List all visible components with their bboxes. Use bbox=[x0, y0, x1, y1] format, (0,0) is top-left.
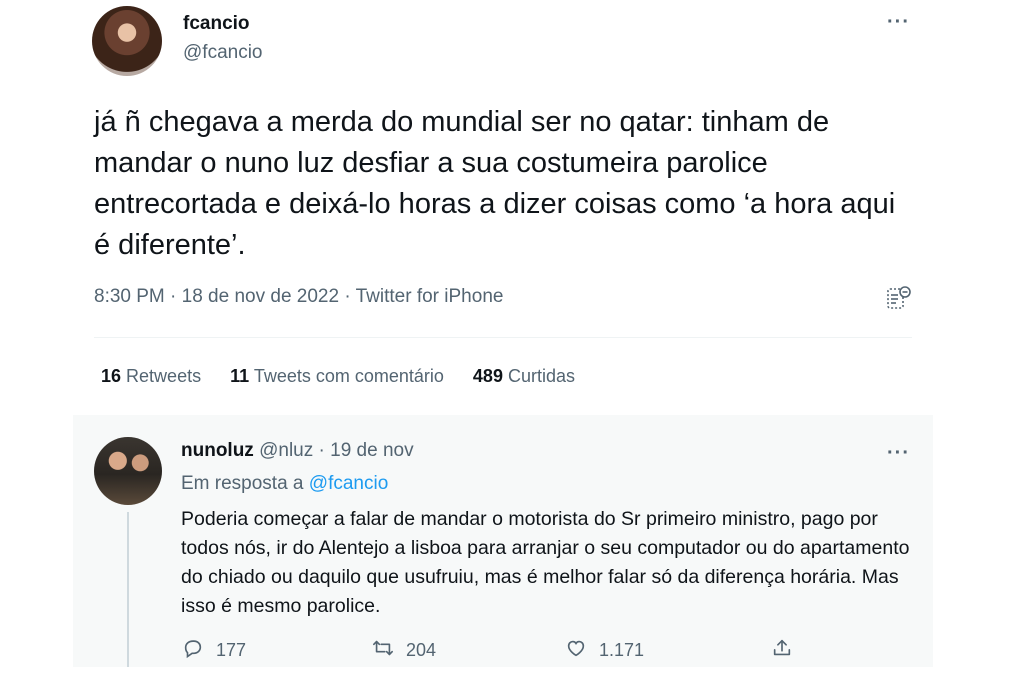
reply-to-prefix: Em resposta a bbox=[181, 473, 304, 494]
retweets-label: Retweets bbox=[126, 366, 202, 386]
like-count: 1.171 bbox=[599, 640, 645, 660]
heart-icon bbox=[565, 637, 587, 664]
author-name[interactable]: fcancio bbox=[183, 13, 250, 35]
reply-avatar[interactable] bbox=[94, 437, 162, 505]
retweet-icon bbox=[372, 637, 394, 664]
reply-author-handle[interactable]: @nluz bbox=[259, 440, 313, 461]
reply-header: nunoluz @nluz · 19 de nov bbox=[181, 440, 414, 462]
reply-to-handle-link[interactable]: @fcancio bbox=[309, 473, 389, 494]
quotes-label: Tweets com comentário bbox=[253, 366, 444, 386]
likes-label: Curtidas bbox=[507, 366, 576, 386]
tweet-stats: 16 Retweets 11 Tweets com comentário 489… bbox=[101, 366, 575, 387]
tweet-text: já ñ chegava a merda do mundial ser no q… bbox=[94, 106, 896, 261]
likes-count: 489 bbox=[472, 366, 503, 386]
thread-line bbox=[127, 512, 129, 667]
retweet-action[interactable]: 204 bbox=[372, 637, 436, 664]
reply-date[interactable]: · 19 de nov bbox=[319, 440, 414, 461]
retweet-count: 204 bbox=[406, 640, 437, 660]
more-horizontal-icon[interactable]: ··· bbox=[887, 12, 910, 32]
divider bbox=[94, 337, 912, 338]
like-action[interactable]: 1.171 bbox=[565, 637, 644, 664]
author-handle[interactable]: @fcancio bbox=[183, 42, 263, 64]
reply-action[interactable]: 177 bbox=[182, 637, 246, 664]
retweets-stat[interactable]: 16 Retweets bbox=[101, 366, 201, 386]
reply-text: Poderia começar a falar de mandar o moto… bbox=[181, 508, 910, 617]
tweet-meta[interactable]: 8:30 PM · 18 de nov de 2022 · Twitter fo… bbox=[94, 286, 503, 308]
retweets-count: 16 bbox=[101, 366, 122, 386]
analytics-icon[interactable] bbox=[885, 284, 913, 312]
likes-stat[interactable]: 489 Curtidas bbox=[473, 366, 575, 386]
author-avatar[interactable] bbox=[92, 6, 162, 76]
reply-count: 177 bbox=[216, 640, 247, 660]
quotes-stat[interactable]: 11 Tweets com comentário bbox=[230, 366, 444, 386]
reply-author-name[interactable]: nunoluz bbox=[181, 440, 254, 461]
reply-more-icon[interactable]: ··· bbox=[887, 443, 910, 463]
comment-icon bbox=[182, 637, 204, 664]
quotes-count: 11 bbox=[230, 366, 250, 386]
share-icon bbox=[771, 637, 793, 664]
reply-to: Em resposta a @fcancio bbox=[181, 473, 388, 495]
share-action[interactable] bbox=[771, 637, 793, 664]
